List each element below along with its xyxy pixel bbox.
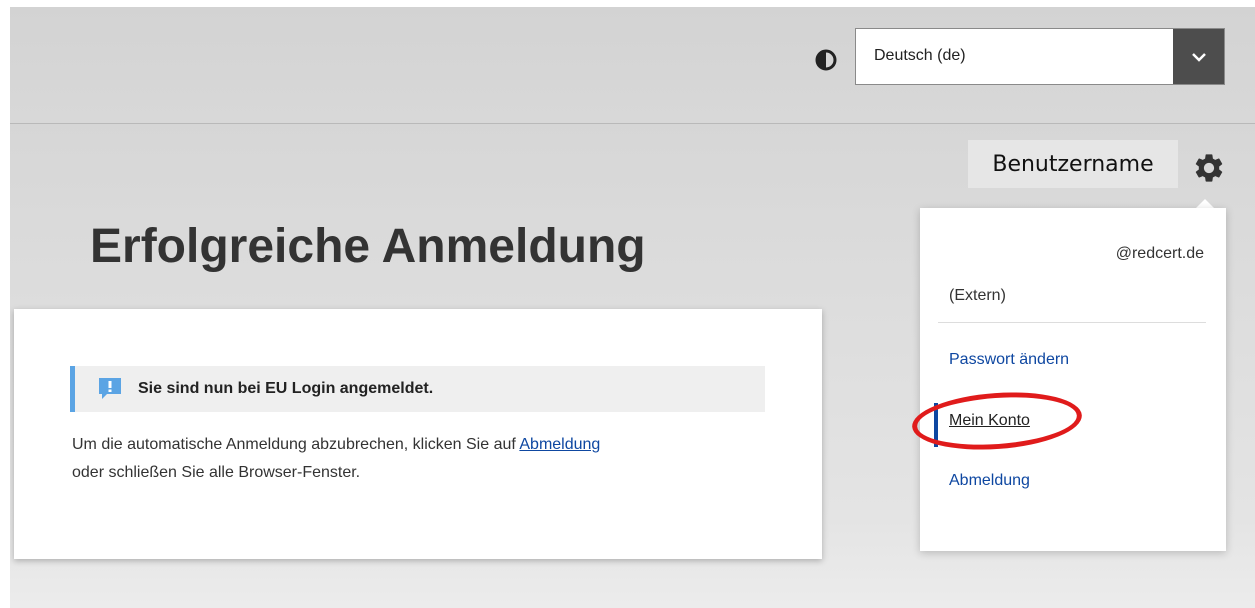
contrast-icon[interactable] [815, 49, 837, 71]
login-card: Sie sind nun bei EU Login angemeldet. Um… [14, 309, 822, 559]
gear-icon[interactable] [1192, 151, 1226, 185]
user-type: (Extern) [949, 287, 1006, 304]
menu-divider [938, 322, 1206, 323]
page-title: Erfolgreiche Anmeldung [90, 220, 646, 273]
chevron-down-icon [1191, 52, 1206, 62]
language-value: Deutsch (de) [874, 47, 966, 64]
user-menu-dropdown: @redcert.de (Extern) Passwort ändern Mei… [920, 208, 1226, 551]
logout-instructions: Um die automatische Anmeldung abzubreche… [72, 431, 792, 487]
info-icon [99, 378, 121, 399]
menu-item-change-password[interactable]: Passwort ändern [949, 351, 1069, 369]
username-label[interactable]: Benutzername [968, 140, 1178, 188]
language-select[interactable]: Deutsch (de) [855, 28, 1225, 85]
menu-item-logout[interactable]: Abmeldung [949, 472, 1030, 490]
notice-text: Sie sind nun bei EU Login angemeldet. [138, 380, 434, 397]
user-email: @redcert.de [1115, 245, 1204, 262]
instructions-text: Um die automatische Anmeldung abzubreche… [72, 436, 520, 453]
success-notice: Sie sind nun bei EU Login angemeldet. [70, 366, 765, 412]
language-dropdown-button[interactable] [1173, 29, 1224, 84]
instructions-text-continued: oder schließen Sie alle Browser-Fenster. [72, 464, 361, 481]
header-bar: Deutsch (de) [10, 7, 1255, 124]
page-background: Deutsch (de) Benutzername Erfolgreiche A… [10, 7, 1255, 608]
logout-link[interactable]: Abmeldung [519, 436, 600, 453]
